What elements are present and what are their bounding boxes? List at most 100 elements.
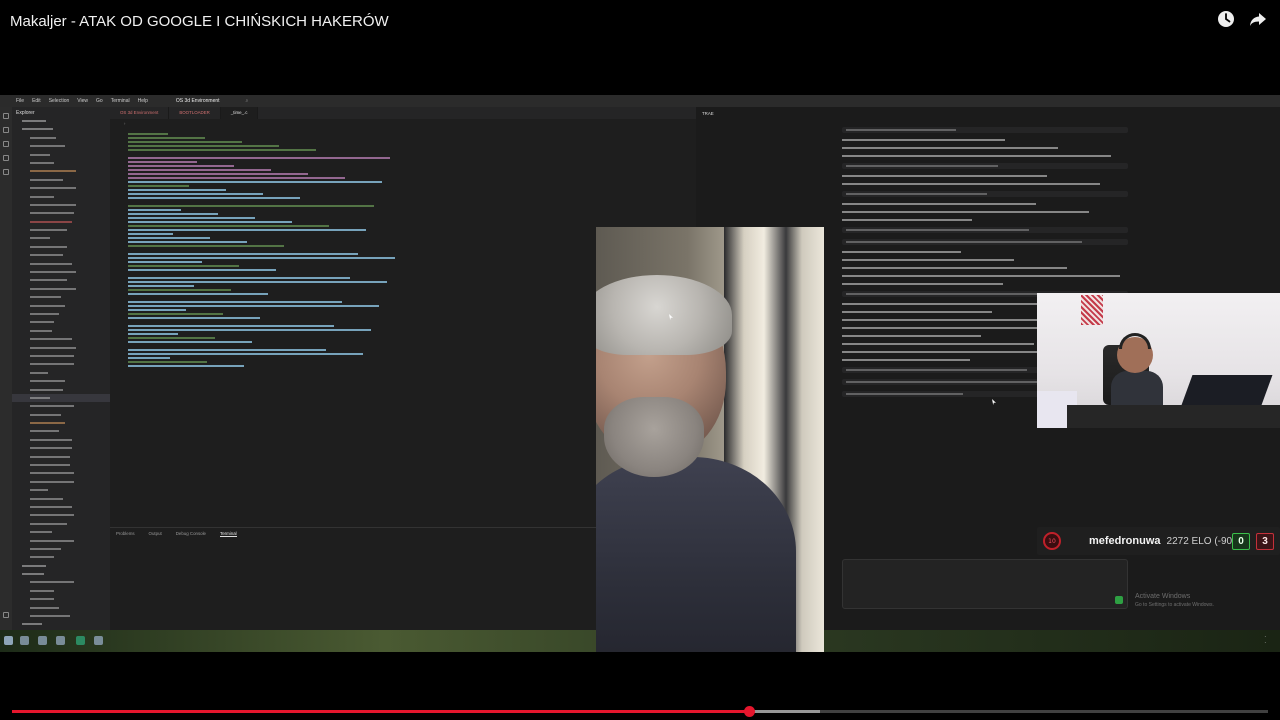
file-tree-item[interactable] — [12, 461, 110, 469]
menu-view[interactable]: View — [77, 98, 88, 104]
file-tree-item[interactable] — [12, 386, 110, 394]
send-button[interactable] — [1115, 596, 1123, 604]
file-tree-item[interactable] — [12, 553, 110, 561]
chat-tool-call[interactable] — [842, 227, 1128, 233]
menu-go[interactable]: Go — [96, 98, 103, 104]
file-tree-item[interactable] — [12, 562, 110, 570]
share-arrow-icon[interactable] — [1248, 9, 1268, 29]
start-icon[interactable] — [4, 636, 13, 645]
tab-debug-console[interactable]: Debug Console — [176, 531, 206, 536]
file-tree-item[interactable] — [12, 545, 110, 553]
file-tree-item[interactable] — [12, 528, 110, 536]
chat-input[interactable] — [842, 559, 1128, 609]
file-tree-item[interactable] — [12, 134, 110, 142]
extensions-icon[interactable] — [3, 169, 9, 175]
file-tree-item[interactable] — [12, 511, 110, 519]
file-tree-item[interactable] — [12, 402, 110, 410]
taskbar-clock[interactable]: · · — [1264, 634, 1266, 646]
file-tree-item[interactable] — [12, 201, 110, 209]
debug-icon[interactable] — [3, 155, 9, 161]
file-tree-item[interactable] — [12, 453, 110, 461]
file-tree-item[interactable] — [12, 209, 110, 217]
video-frame[interactable]: File Edit Selection View Go Terminal Hel… — [0, 95, 1280, 652]
file-tree-item[interactable] — [12, 318, 110, 326]
taskbar-app-icon[interactable] — [38, 636, 47, 645]
file-tree-item[interactable] — [12, 394, 110, 402]
tab-problems[interactable]: Problems — [116, 531, 135, 536]
source-control-icon[interactable] — [3, 141, 9, 147]
file-tree-item[interactable] — [12, 176, 110, 184]
search-icon[interactable] — [3, 127, 9, 133]
project-name[interactable]: OS 3d Environment — [176, 98, 220, 104]
file-tree-item[interactable] — [12, 184, 110, 192]
file-tree-item[interactable] — [12, 260, 110, 268]
file-tree-item[interactable] — [12, 495, 110, 503]
file-tree-item[interactable] — [12, 503, 110, 511]
file-tree-item[interactable] — [12, 478, 110, 486]
file-tree-item[interactable] — [12, 344, 110, 352]
file-tree-item[interactable] — [12, 620, 110, 628]
menu-terminal[interactable]: Terminal — [111, 98, 130, 104]
settings-icon[interactable] — [3, 612, 9, 618]
file-tree-item[interactable] — [12, 327, 110, 335]
taskbar-app-icon[interactable] — [94, 636, 103, 645]
file-tree-item[interactable] — [12, 578, 110, 586]
file-tree-item[interactable] — [12, 427, 110, 435]
file-tree-item[interactable] — [12, 285, 110, 293]
file-tree-item[interactable] — [12, 469, 110, 477]
file-tree-item[interactable] — [12, 419, 110, 427]
file-tree-item[interactable] — [12, 276, 110, 284]
tab-bootloader[interactable]: BOOTLOADER — [169, 107, 221, 119]
file-tree-item[interactable] — [12, 570, 110, 578]
file-tree-item[interactable] — [12, 411, 110, 419]
file-tree-item[interactable] — [12, 335, 110, 343]
file-tree-item[interactable] — [12, 310, 110, 318]
file-tree-item[interactable] — [12, 142, 110, 150]
search-icon[interactable]: ⌕ — [246, 98, 249, 104]
chat-tool-call[interactable] — [842, 239, 1128, 245]
file-tree-item[interactable] — [12, 151, 110, 159]
progress-scrubber[interactable] — [744, 706, 755, 717]
file-tree-item[interactable] — [12, 595, 110, 603]
tab-terminal[interactable]: Terminal — [220, 531, 237, 537]
file-tree-item[interactable] — [12, 193, 110, 201]
file-tree-item[interactable] — [12, 234, 110, 242]
chat-tool-call[interactable] — [842, 127, 1128, 133]
file-tree-item[interactable] — [12, 369, 110, 377]
file-tree-item[interactable] — [12, 251, 110, 259]
taskbar-app-icon[interactable] — [20, 636, 29, 645]
file-tree-item[interactable] — [12, 486, 110, 494]
file-tree-item[interactable] — [12, 444, 110, 452]
menu-file[interactable]: File — [16, 98, 24, 104]
file-tree-item[interactable] — [12, 243, 110, 251]
video-title[interactable]: Makaljer - ATAK OD GOOGLE I CHIŃSKICH HA… — [10, 13, 389, 30]
files-icon[interactable] — [3, 113, 9, 119]
file-tree-item[interactable] — [12, 125, 110, 133]
taskbar-app-icon[interactable] — [56, 636, 65, 645]
menu-edit[interactable]: Edit — [32, 98, 41, 104]
file-tree-item[interactable] — [12, 520, 110, 528]
file-tree-item[interactable] — [12, 436, 110, 444]
file-tree-item[interactable] — [12, 268, 110, 276]
file-tree-item[interactable] — [12, 218, 110, 226]
file-tree-item[interactable] — [12, 293, 110, 301]
file-tree-item[interactable] — [12, 537, 110, 545]
file-tree-item[interactable] — [12, 587, 110, 595]
tab-os-env[interactable]: OS 3d Environment — [110, 107, 169, 119]
file-tree-item[interactable] — [12, 360, 110, 368]
tab-output[interactable]: Output — [149, 531, 162, 536]
file-tree-item[interactable] — [12, 604, 110, 612]
file-tree-item[interactable] — [12, 302, 110, 310]
file-tree-item[interactable] — [12, 612, 110, 620]
file-tree-item[interactable] — [12, 117, 110, 125]
menu-help[interactable]: Help — [138, 98, 148, 104]
progress-bar[interactable] — [12, 710, 1268, 713]
taskbar-app-icon[interactable] — [76, 636, 85, 645]
file-tree-item[interactable] — [12, 377, 110, 385]
clock-icon[interactable] — [1216, 9, 1236, 29]
menu-selection[interactable]: Selection — [49, 98, 70, 104]
chat-tool-call[interactable] — [842, 191, 1128, 197]
file-tree-item[interactable] — [12, 226, 110, 234]
tab-time-c[interactable]: _time_.c — [221, 107, 259, 119]
chat-tool-call[interactable] — [842, 163, 1128, 169]
